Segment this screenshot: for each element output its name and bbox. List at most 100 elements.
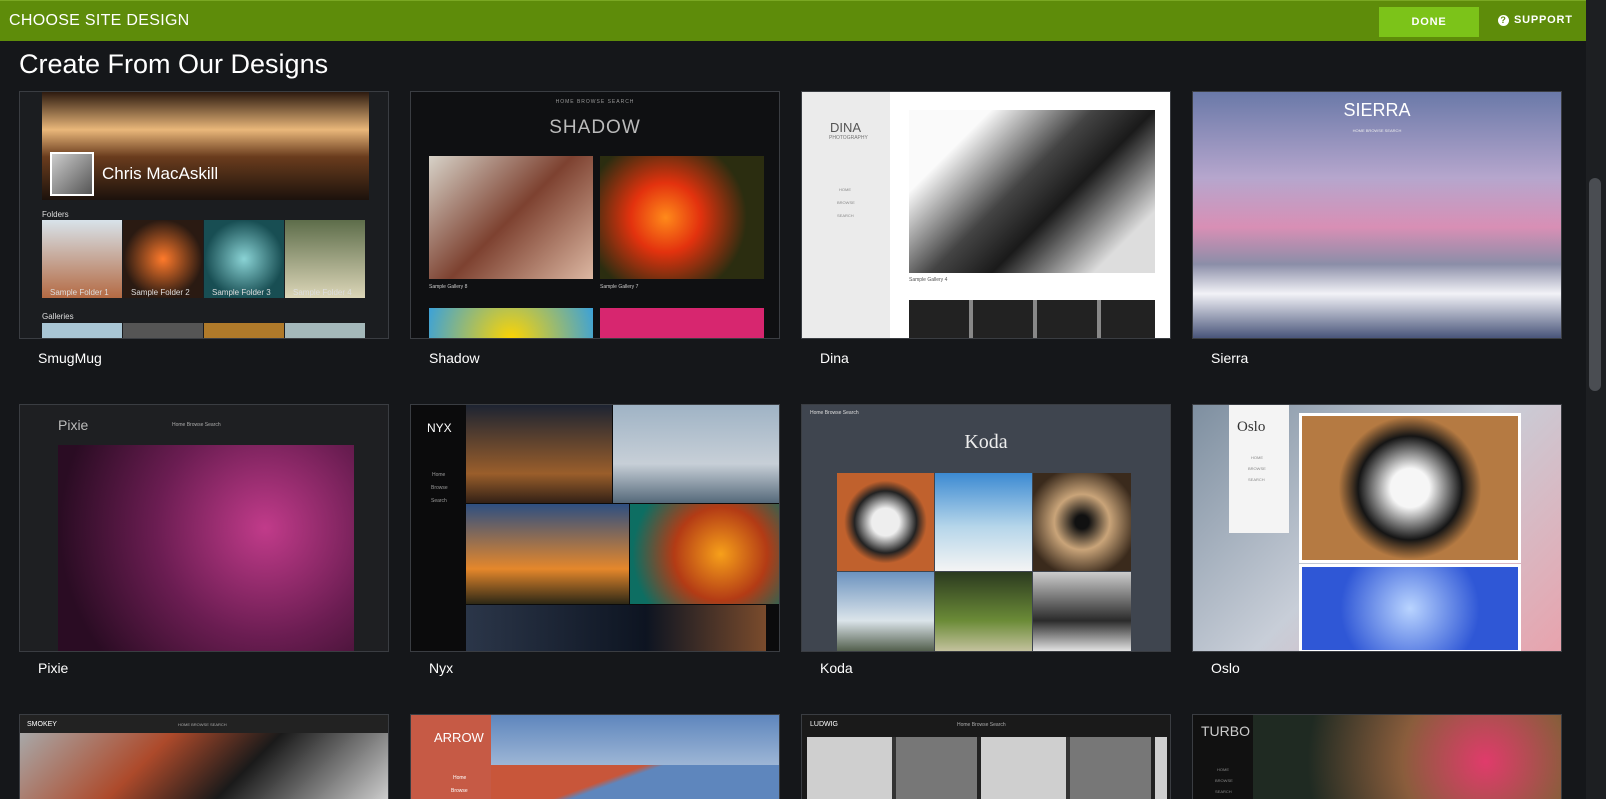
thumbnail-nav-item: HOME (839, 187, 851, 192)
scrollbar-thumb[interactable] (1589, 178, 1601, 391)
avatar (50, 152, 94, 196)
design-name-koda[interactable]: Koda (820, 660, 853, 676)
thumbnail-title: Pixie (58, 417, 89, 433)
scrollbar-track[interactable] (1586, 0, 1606, 799)
thumbnail-nav-item: BROWSE (1215, 778, 1233, 783)
thumbnail-nav: HOME BROWSE SEARCH (1352, 128, 1402, 133)
thumbnail-image (466, 504, 629, 604)
thumbnail-caption: Sample Gallery 7 (600, 284, 639, 290)
support-link[interactable]: ? SUPPORT (1498, 14, 1573, 26)
thumbnail-image (20, 733, 388, 799)
thumbnail-image (204, 220, 284, 298)
design-name-shadow[interactable]: Shadow (429, 350, 480, 366)
thumbnail-image (935, 473, 1032, 571)
thumbnail-nav-item: BROWSE (1248, 466, 1266, 471)
thumbnail-image (600, 308, 764, 338)
thumbnail-nav-item: Browse (451, 788, 468, 794)
design-name-sierra[interactable]: Sierra (1211, 350, 1248, 366)
top-bar: CHOOSE SITE DESIGN DONE ? SUPPORT (0, 0, 1586, 41)
thumbnail-image (837, 572, 934, 651)
thumbnail-image (466, 605, 766, 651)
thumbnail-galleries-label: Galleries (42, 312, 74, 321)
done-button[interactable]: DONE (1379, 7, 1479, 37)
design-card-dina[interactable]: DINA PHOTOGRAPHY HOME BROWSE SEARCH Samp… (801, 91, 1171, 339)
thumbnail-nav-item: BROWSE (837, 200, 855, 205)
thumbnail-nav-item: HOME (1251, 455, 1263, 460)
thumbnail-image (630, 504, 779, 604)
thumbnail-image (935, 572, 1032, 651)
thumbnail-image (1033, 572, 1131, 651)
thumbnail-image (466, 405, 612, 503)
design-card-arrow[interactable]: ARROW Home Browse (410, 714, 780, 799)
design-name-nyx[interactable]: Nyx (429, 660, 453, 676)
thumbnail-image (1299, 564, 1521, 651)
design-card-smokey[interactable]: SMOKEY HOME BROWSE SEARCH (19, 714, 389, 799)
design-card-pixie[interactable]: Pixie Home Browse Search (19, 404, 389, 652)
thumbnail-nav-item: SEARCH (837, 213, 854, 218)
design-card-koda[interactable]: Home Browse Search Koda (801, 404, 1171, 652)
design-name-smugmug[interactable]: SmugMug (38, 350, 102, 366)
design-card-nyx[interactable]: NYX Home Browse Search (410, 404, 780, 652)
thumbnail-image (613, 405, 779, 503)
thumbnail-image (491, 765, 779, 799)
thumbnail-image (909, 110, 1155, 273)
thumbnail-title: SIERRA (1343, 100, 1411, 120)
thumbnail-title: Oslo (1237, 419, 1266, 435)
thumbnail-image (837, 473, 934, 571)
thumbnail-image (42, 323, 122, 338)
thumbnail-caption: Sample Folder 4 (293, 288, 352, 297)
thumbnail-image (909, 300, 1155, 338)
thumbnail-title: ARROW (434, 730, 484, 745)
thumbnail-nav-item: SEARCH (1215, 789, 1232, 794)
thumbnail-image (1033, 473, 1131, 571)
thumbnail-title: TURBO (1201, 723, 1250, 739)
thumbnail-caption: Sample Gallery 4 (909, 277, 948, 283)
thumbnail-image (807, 737, 1167, 799)
section-heading: Create From Our Designs (19, 49, 329, 79)
thumbnail-image (429, 156, 593, 279)
thumbnail-title: DINA (830, 120, 862, 135)
thumbnail-image (600, 156, 764, 279)
design-card-oslo[interactable]: Oslo HOME BROWSE SEARCH (1192, 404, 1562, 652)
design-card-ludwig[interactable]: LUDWIG Home Browse Search (801, 714, 1171, 799)
design-card-turbo[interactable]: TURBO HOME BROWSE SEARCH (1192, 714, 1562, 799)
thumbnail-nav: Home Browse Search (957, 722, 1006, 728)
thumbnail-caption: Sample Folder 2 (131, 288, 190, 297)
thumbnail-nav-item: Search (431, 498, 447, 504)
design-card-smugmug[interactable]: Chris MacAskill Folders Sample Folder 1 … (19, 91, 389, 339)
thumbnail-title: SHADOW (549, 117, 641, 138)
thumbnail-nav-item: Home (453, 775, 467, 781)
thumbnail-sidebar (411, 715, 491, 799)
support-label: SUPPORT (1514, 14, 1573, 26)
thumbnail-image (429, 308, 593, 338)
thumbnail-nav-item: Home (432, 472, 446, 478)
thumbnail-nav: Home Browse Search (172, 422, 221, 428)
thumbnail-title: Koda (964, 431, 1008, 453)
thumbnail-image (123, 220, 203, 298)
design-card-shadow[interactable]: HOME BROWSE SEARCH SHADOW Sample Gallery… (410, 91, 780, 339)
thumbnail-image (285, 323, 365, 338)
design-name-dina[interactable]: Dina (820, 350, 849, 366)
thumbnail-caption: Sample Folder 1 (50, 288, 109, 297)
thumbnail-title: NYX (427, 421, 452, 435)
design-name-oslo[interactable]: Oslo (1211, 660, 1240, 676)
thumbnail-caption: Sample Gallery 8 (429, 284, 468, 290)
thumbnail-subtitle: PHOTOGRAPHY (829, 135, 868, 141)
thumbnail-caption: Sample Folder 3 (212, 288, 271, 297)
thumbnail-folders-label: Folders (42, 210, 69, 219)
page-title: CHOOSE SITE DESIGN (9, 12, 190, 29)
design-card-sierra[interactable]: SIERRA HOME BROWSE SEARCH (1192, 91, 1562, 339)
thumbnail-nav: HOME BROWSE SEARCH (555, 99, 635, 105)
thumbnail-title: Chris MacAskill (102, 164, 219, 183)
design-name-pixie[interactable]: Pixie (38, 660, 68, 676)
thumbnail-nav-item: SEARCH (1248, 477, 1265, 482)
thumbnail-nav-item: HOME (1217, 767, 1229, 772)
thumbnail-nav-item: Browse (431, 485, 448, 491)
thumbnail-nav: HOME BROWSE SEARCH (178, 722, 227, 727)
thumbnail-image (42, 220, 122, 298)
thumbnail-nav: Home Browse Search (810, 410, 859, 416)
thumbnail-image (1253, 715, 1561, 799)
thumbnail-image (285, 220, 365, 298)
thumbnail-image (204, 323, 284, 338)
thumbnail-image (58, 445, 354, 651)
